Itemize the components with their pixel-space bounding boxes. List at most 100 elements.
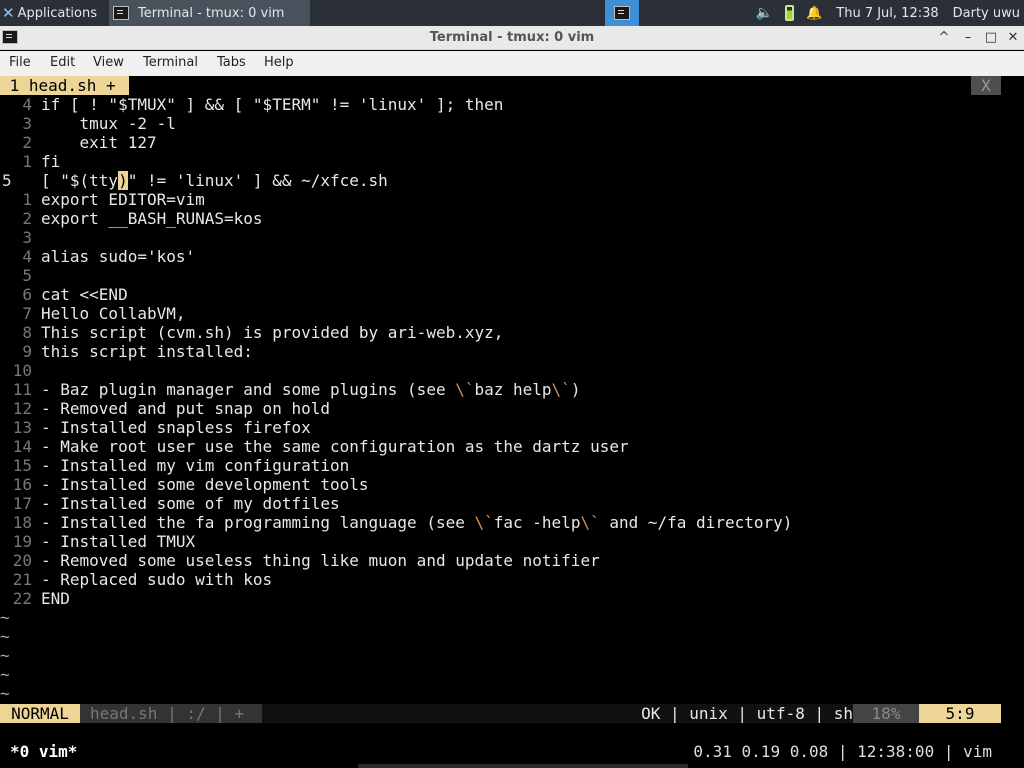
buffer-line[interactable]: 11 - Baz plugin manager and some plugins … <box>0 380 1024 399</box>
line-number: 13 <box>12 418 32 437</box>
taskbar-terminal-label: Terminal - tmux: 0 vim <box>138 5 285 21</box>
mode-indicator: NORMAL <box>0 704 80 723</box>
battery-icon[interactable] <box>785 5 795 21</box>
menu-terminal[interactable]: Terminal <box>143 55 198 70</box>
line-text: tmux -2 -l <box>41 114 176 133</box>
buffer-line[interactable]: 7 Hello CollabVM, <box>0 304 1024 323</box>
line-text: export EDITOR=vim <box>41 190 205 209</box>
vim-statusline: NORMAL head.sh | :/ | + OK | unix | utf-… <box>0 704 1001 723</box>
line-text: - Installed some of my dotfiles <box>41 494 340 513</box>
line-number: 19 <box>12 532 32 551</box>
empty-line-marker: ~ <box>0 646 10 665</box>
text-cursor: ) <box>118 171 128 190</box>
line-number: 9 <box>22 342 32 361</box>
buffer-line[interactable]: 2 export __BASH_RUNAS=kos <box>0 209 1024 228</box>
buffer-line[interactable]: 5 <box>0 266 1024 285</box>
statusline-fileinfo: OK | unix | utf-8 | sh <box>641 704 853 723</box>
line-text: - Removed and put snap on hold <box>41 399 330 418</box>
line-text: END <box>41 589 70 608</box>
empty-line-marker: ~ <box>0 665 10 684</box>
menu-view[interactable]: View <box>93 55 124 70</box>
terminal-icon <box>113 6 129 20</box>
line-text: - Make root user use the same configurat… <box>41 437 629 456</box>
taskbar-terminal-button[interactable]: Terminal - tmux: 0 vim <box>109 0 310 26</box>
statusline-percent: 18% <box>853 704 919 723</box>
line-number: 12 <box>12 399 32 418</box>
buffer-line[interactable]: 15 - Installed my vim configuration <box>0 456 1024 475</box>
terminal-area[interactable]: 1 head.sh + X 4 if [ ! "$TMUX" ] && [ "$T… <box>0 76 1024 768</box>
buffer-line[interactable]: 9 this script installed: <box>0 342 1024 361</box>
buffer-line[interactable]: 4 alias sudo='kos' <box>0 247 1024 266</box>
buffer-line[interactable]: 10 <box>0 361 1024 380</box>
applications-menu-button[interactable]: ✕ Applications <box>0 0 106 26</box>
line-text: This script (cvm.sh) is provided by ari-… <box>41 323 504 342</box>
buffer-line[interactable]: 22 END <box>0 589 1024 608</box>
line-number: 14 <box>12 437 32 456</box>
line-number: 5 <box>2 171 12 190</box>
roll-up-button[interactable]: ^ <box>934 28 954 48</box>
notification-bell-icon[interactable]: 🔔 <box>806 6 822 21</box>
clock[interactable]: Thu 7 Jul, 12:38 <box>836 6 938 21</box>
line-number: 1 <box>22 152 32 171</box>
line-number: 22 <box>12 589 32 608</box>
buffer-line[interactable]: 3 tmux -2 -l <box>0 114 1024 133</box>
volume-icon[interactable]: 🔈 <box>756 5 773 21</box>
menu-tabs[interactable]: Tabs <box>217 55 246 70</box>
tmux-status-right: 0.31 0.19 0.08 | 12:38:00 | vim <box>693 742 992 761</box>
buffer-line[interactable]: 19 - Installed TMUX <box>0 532 1024 551</box>
line-number: 2 <box>22 133 32 152</box>
buffer-line[interactable]: 2 exit 127 <box>0 133 1024 152</box>
line-text: exit 127 <box>41 133 157 152</box>
buffer-line[interactable]: 13 - Installed snapless firefox <box>0 418 1024 437</box>
tab-close-button[interactable]: X <box>971 76 1001 95</box>
maximize-button[interactable]: □ <box>981 28 1001 48</box>
buffer-line[interactable]: 1 fi <box>0 152 1024 171</box>
line-text: alias sudo='kos' <box>41 247 196 266</box>
buffer-line[interactable]: 12 - Removed and put snap on hold <box>0 399 1024 418</box>
buffer-line[interactable]: 1 export EDITOR=vim <box>0 190 1024 209</box>
vim-tabline: 1 head.sh + X <box>0 76 1024 95</box>
buffer-line[interactable]: 18 - Installed the fa programming languag… <box>0 513 1024 532</box>
buffer-line[interactable]: 16 - Installed some development tools <box>0 475 1024 494</box>
menu-edit[interactable]: Edit <box>50 55 75 70</box>
workspace-pager-button[interactable] <box>605 0 639 26</box>
line-number: 17 <box>12 494 32 513</box>
terminal-scrollbar[interactable] <box>358 764 688 768</box>
user-menu[interactable]: Darty uwu <box>953 6 1020 21</box>
line-text: - Installed the fa programming language … <box>41 513 793 532</box>
menubar: File Edit View Terminal Tabs Help <box>0 51 1024 76</box>
menu-file[interactable]: File <box>9 55 31 70</box>
menu-help[interactable]: Help <box>264 55 294 70</box>
buffer-line[interactable]: 20 - Removed some useless thing like muon… <box>0 551 1024 570</box>
window-titlebar[interactable]: Terminal - tmux: 0 vim ^ – □ ✕ <box>0 26 1024 50</box>
buffer-line[interactable]: 4 if [ ! "$TMUX" ] && [ "$TERM" != 'linux… <box>0 95 1024 114</box>
buffer-line[interactable]: 3 <box>0 228 1024 247</box>
tmux-window-label[interactable]: *0 vim* <box>10 742 77 761</box>
line-number: 6 <box>22 285 32 304</box>
line-number: 11 <box>12 380 32 399</box>
buffer-line[interactable]: 17 - Installed some of my dotfiles <box>0 494 1024 513</box>
buffer-line[interactable]: 6 cat <<END <box>0 285 1024 304</box>
close-button[interactable]: ✕ <box>1003 28 1023 48</box>
line-text: - Installed my vim configuration <box>41 456 350 475</box>
buffer-line[interactable]: 21 - Replaced sudo with kos <box>0 570 1024 589</box>
line-number: 2 <box>22 209 32 228</box>
buffer-line[interactable]: 14 - Make root user use the same configur… <box>0 437 1024 456</box>
line-text: this script installed: <box>41 342 253 361</box>
buffer-tab-head-sh[interactable]: 1 head.sh + <box>0 76 129 95</box>
buffer-line[interactable]: 8 This script (cvm.sh) is provided by ari… <box>0 323 1024 342</box>
minimize-button[interactable]: – <box>958 28 978 48</box>
line-text: export __BASH_RUNAS=kos <box>41 209 263 228</box>
statusline-file: head.sh | :/ | + <box>80 704 262 723</box>
buffer-line[interactable]: 5 [ "$(tty)" != 'linux' ] && ~/xfce.sh <box>0 171 1024 190</box>
line-text: - Installed some development tools <box>41 475 369 494</box>
empty-line-marker: ~ <box>0 627 10 646</box>
empty-line-marker: ~ <box>0 684 10 703</box>
line-text: if [ ! "$TMUX" ] && [ "$TERM" != 'linux'… <box>41 95 504 114</box>
line-text: cat <<END <box>41 285 128 304</box>
line-text: - Baz plugin manager and some plugins (s… <box>41 380 581 399</box>
line-text: fi <box>41 152 61 171</box>
system-tray: 🔈 🔔 Thu 7 Jul, 12:38 Darty uwu <box>756 0 1024 26</box>
statusline-cursor-position: 5:9 <box>919 704 1001 723</box>
line-number: 18 <box>12 513 32 532</box>
